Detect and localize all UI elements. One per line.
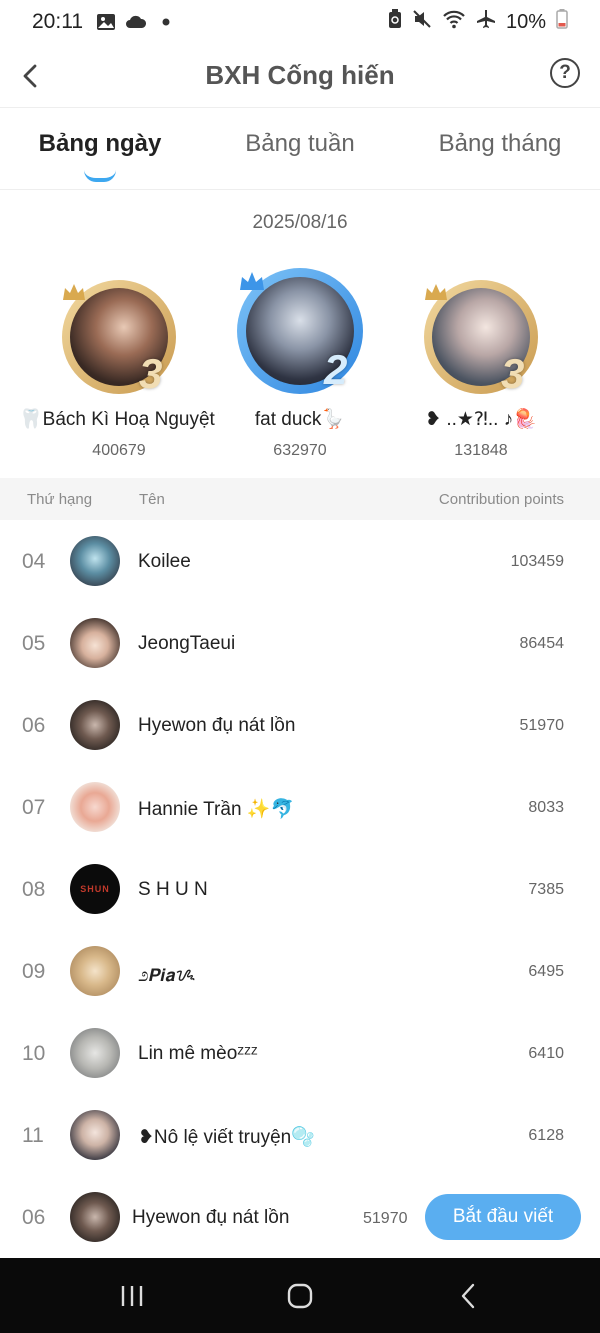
list-item[interactable]: 07 Hannie Trần ✨🐬 8033 (0, 766, 600, 848)
ranking-date: 2025/08/16 (252, 212, 348, 233)
rank-badge: 3 (501, 350, 525, 397)
tab-daily[interactable]: Bảng ngày (0, 108, 200, 189)
avatar (70, 1110, 120, 1160)
user-score: 6128 (528, 1127, 564, 1144)
page-title: BXH Cống hiến (205, 60, 395, 90)
user-name: S H U N (138, 879, 208, 900)
header-name: Tên (139, 490, 165, 508)
home-icon (287, 1283, 313, 1309)
rank-number: 08 (22, 878, 46, 901)
rank-badge: 3 (139, 350, 163, 397)
back-button[interactable] (12, 58, 48, 94)
avatar: SHUN (70, 864, 120, 914)
back-nav-button[interactable] (448, 1280, 488, 1312)
rank-number: 06 (22, 714, 46, 737)
podium-score: 131848 (454, 442, 508, 459)
tab-label: Bảng tháng (438, 130, 562, 157)
avatar (70, 1028, 120, 1078)
tab-weekly[interactable]: Bảng tuần (200, 108, 400, 189)
my-score: 51970 (363, 1210, 408, 1227)
avatar (70, 782, 120, 832)
crown-icon (61, 282, 87, 310)
avatar (70, 618, 120, 668)
user-score: 103459 (510, 553, 564, 570)
status-right: 10% (388, 9, 568, 35)
app-header: BXH Cống hiến ? (0, 44, 600, 108)
user-score: 7385 (528, 881, 564, 898)
rank-badge: 2 (324, 346, 348, 393)
header-points: Contribution points (438, 490, 564, 508)
tab-label: Bảng ngày (38, 130, 162, 157)
crown-icon (423, 282, 449, 310)
rank-number: 07 (22, 796, 46, 819)
back-icon (461, 1283, 475, 1309)
podium: 3 🦷Bách Kì Hoạ Nguyệt🦷 400679 2 fat duck… (0, 262, 600, 472)
user-name: Lin mê mèoᶻᶻᶻ (138, 1043, 258, 1064)
my-rank-row: 06 Hyewon đụ nát lồn 51970 Bắt đầu viết (0, 1176, 600, 1258)
list-item[interactable]: 04 Koilee 103459 (0, 520, 600, 602)
podium-score: 632970 (273, 442, 327, 459)
status-bar: 20:11 10% (0, 0, 600, 44)
list-item[interactable]: 08 SHUN S H U N 7385 (0, 848, 600, 930)
wifi-icon (442, 9, 466, 35)
tab-monthly[interactable]: Bảng tháng (400, 108, 600, 189)
podium-name: ❥ ..★⁈.. ♪🪼 (425, 409, 537, 430)
podium-name: 🦷Bách Kì Hoạ Nguyệt🦷 (19, 409, 219, 430)
avatar (70, 700, 120, 750)
rank-number: 09 (22, 960, 46, 983)
start-writing-button[interactable]: Bắt đầu viết (425, 1194, 581, 1240)
recent-apps-button[interactable] (112, 1280, 152, 1312)
list-item[interactable]: 10 Lin mê mèoᶻᶻᶻ 6410 (0, 1012, 600, 1094)
logo-text: SHUN (80, 884, 110, 894)
user-name: Hannie Trần ✨🐬 (138, 799, 295, 820)
ranking-list: 04 Koilee 103459 05 JeongTaeui 86454 06 … (0, 520, 600, 1176)
user-score: 86454 (519, 635, 565, 652)
avatar (70, 536, 120, 586)
header-rank: Thứ hạng (27, 490, 93, 508)
gallery-icon (95, 11, 117, 33)
list-item[interactable]: 09 ೨𝙋𝙞𝙖ᝰ 6495 (0, 930, 600, 1012)
list-item[interactable]: 06 Hyewon đụ nát lồn 51970 (0, 684, 600, 766)
help-button[interactable]: ? (550, 58, 580, 88)
list-header: Thứ hạng Tên Contribution points (0, 478, 600, 520)
chevron-left-icon (23, 64, 37, 88)
user-score: 6410 (528, 1045, 564, 1062)
airplane-icon (476, 9, 496, 35)
list-item[interactable]: 11 ❥Nô lệ viết truyện🫧 6128 (0, 1094, 600, 1176)
rank-number: 10 (22, 1042, 46, 1065)
list-item[interactable]: 05 JeongTaeui 86454 (0, 602, 600, 684)
user-name: Koilee (138, 551, 191, 572)
avatar (70, 946, 120, 996)
rank-number: 04 (22, 550, 46, 573)
battery-saver-icon (388, 9, 402, 35)
cloud-icon (125, 11, 147, 33)
podium-name: fat duck🪿 (254, 409, 346, 430)
rank-number: 11 (22, 1124, 44, 1147)
user-score: 8033 (528, 799, 564, 816)
my-rank-number: 06 (22, 1206, 46, 1229)
battery-icon (556, 9, 568, 35)
avatar (70, 1192, 120, 1242)
recents-icon (121, 1286, 143, 1306)
rank-number: 05 (22, 632, 46, 655)
dot-icon (155, 11, 177, 33)
active-tab-indicator (84, 170, 116, 182)
podium-score: 400679 (92, 442, 146, 459)
user-name: JeongTaeui (138, 633, 236, 654)
period-tabs: Bảng ngày Bảng tuần Bảng tháng (0, 108, 600, 190)
my-name: Hyewon đụ nát lồn (132, 1207, 290, 1228)
user-name: ೨𝙋𝙞𝙖ᝰ (138, 965, 196, 986)
home-button[interactable] (280, 1280, 320, 1312)
mute-icon (412, 9, 432, 35)
user-name: Hyewon đụ nát lồn (138, 715, 296, 736)
user-name: ❥Nô lệ viết truyện🫧 (138, 1127, 315, 1148)
user-score: 6495 (528, 963, 564, 980)
status-time: 20:11 (32, 10, 83, 33)
user-score: 51970 (519, 717, 565, 734)
crown-icon (238, 270, 266, 300)
battery-percent: 10% (505, 10, 546, 33)
system-nav-bar (0, 1258, 600, 1333)
question-icon: ? (559, 62, 571, 83)
tab-label: Bảng tuần (245, 130, 355, 157)
